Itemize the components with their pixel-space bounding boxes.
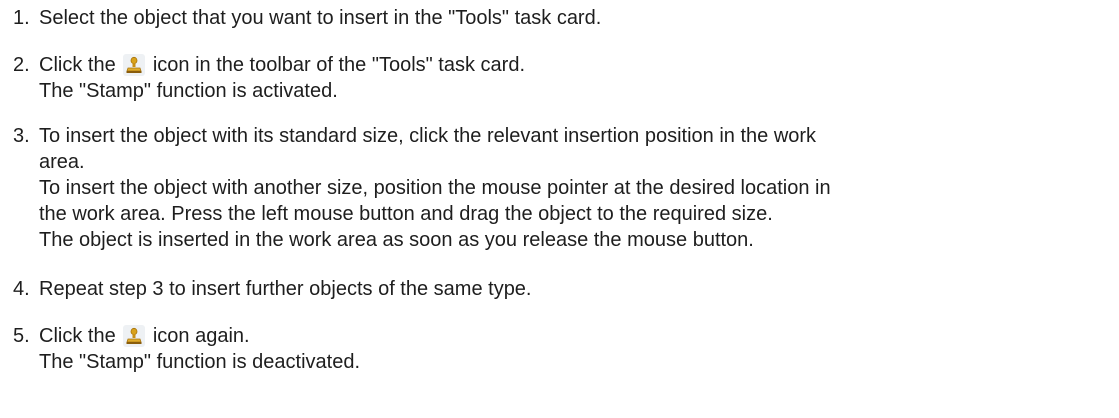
step-number: 3. [13,125,30,147]
step-body: Click the icon in the toolbar of the "To… [39,52,1114,104]
step-text: icon again. [152,325,250,347]
step-number: 1. [13,7,30,29]
step-body: Select the object that you want to inser… [39,5,1114,31]
step-result: The "Stamp" function is deactivated. [39,351,361,373]
stamp-icon [123,325,146,347]
step-text-line: Click the icon again. [39,323,1114,349]
step-body: Click the icon again. The "Stamp" functi… [39,323,1114,375]
step-text: Select the object that you want to inser… [39,7,602,29]
step-text: icon in the toolbar of the "Tools" task … [152,54,526,76]
step-number: 5. [13,325,30,347]
step-text: area. [39,151,85,173]
step-text: The object is inserted in the work area … [39,229,754,251]
stamp-icon [123,54,146,76]
step-text: To insert the object with another size, … [39,177,831,199]
step-number: 4. [13,278,30,300]
step-text: Repeat step 3 to insert further objects … [39,278,532,300]
step-body: To insert the object with its standard s… [39,123,1114,253]
step-text: the work area. Press the left mouse butt… [39,203,773,225]
step-text-line: Click the icon in the toolbar of the "To… [39,52,1114,78]
step-body: Repeat step 3 to insert further objects … [39,276,1114,302]
step-number: 2. [13,54,30,76]
step-text: Click the [39,325,116,347]
step-result: The "Stamp" function is activated. [39,80,338,102]
step-text: Click the [39,54,116,76]
step-text: To insert the object with its standard s… [39,125,817,147]
